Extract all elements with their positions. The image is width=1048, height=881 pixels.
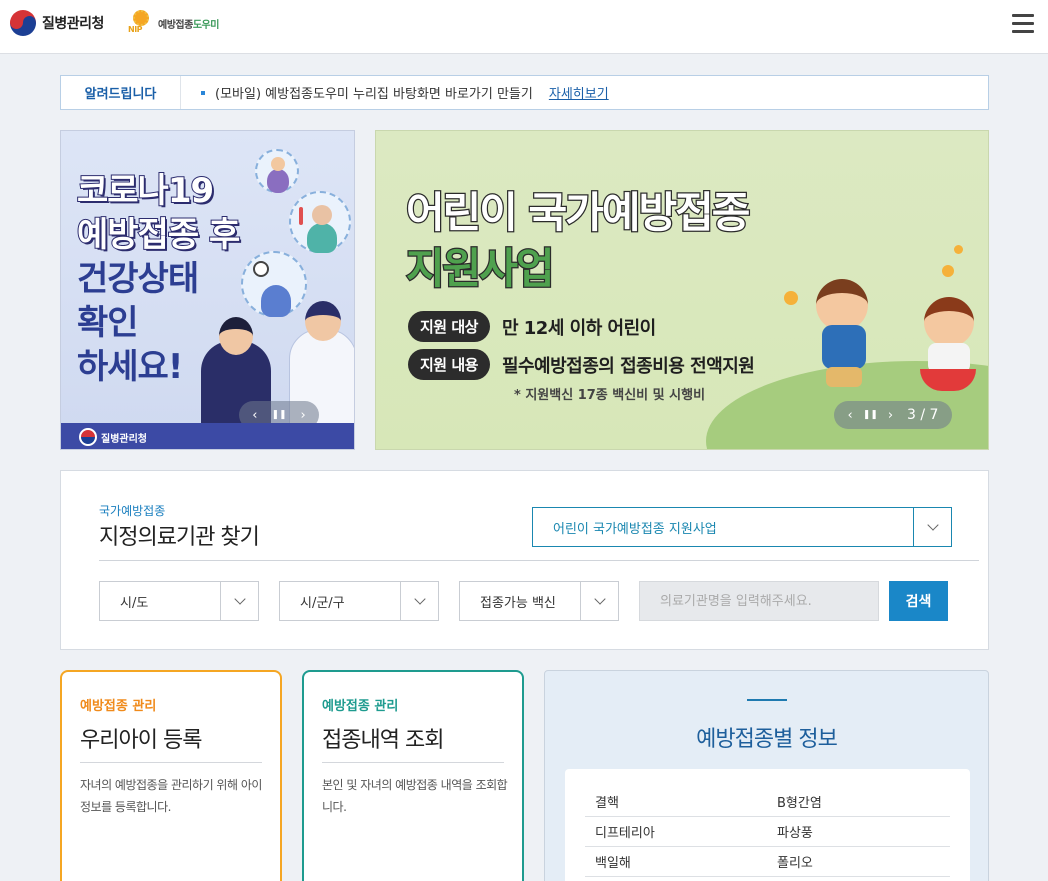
- support-target-row: 지원 대상 만 12세 이하 어린이: [408, 311, 656, 342]
- sido-select[interactable]: 시/도: [99, 581, 259, 621]
- clinic-search-panel: 국가예방접종 지정의료기관 찾기 어린이 국가예방접종 지원사업 시/도 시/군…: [60, 470, 989, 650]
- vaccine-select[interactable]: 접종가능 백신: [459, 581, 619, 621]
- bullet-icon: [201, 90, 205, 95]
- site-header: 질병관리청 NIP 예방접종도우미: [0, 0, 1048, 54]
- list-item: 결핵 B형간염: [585, 787, 950, 817]
- flower-icon: [942, 265, 954, 277]
- notice-bar: 알려드립니다 (모바일) 예방접종도우미 누리집 바탕화면 바로가기 만들기 자…: [60, 75, 989, 110]
- support-note: * 지원백신 17종 백신비 및 시행비: [514, 388, 706, 403]
- taegeuk-icon: [79, 428, 97, 446]
- vaccine-link[interactable]: 파상풍: [767, 822, 949, 841]
- flower-icon: [784, 291, 798, 305]
- slide-indicator: 3 / 7: [907, 407, 939, 423]
- hamburger-icon[interactable]: [1012, 14, 1034, 34]
- program-select-value: 어린이 국가예방접종 지원사업: [553, 521, 717, 537]
- vaccine-info-title: 예방접종별 정보: [696, 727, 838, 752]
- site-name: 예방접종도우미: [158, 19, 219, 31]
- chevron-down-icon: [580, 582, 618, 620]
- program-select[interactable]: 어린이 국가예방접종 지원사업: [532, 507, 952, 547]
- support-target-value: 만 12세 이하 어린이: [501, 317, 656, 339]
- avatar-icon: [255, 149, 299, 193]
- vaccine-list: 결핵 B형간염 디프테리아 파상풍 백일해 폴리오: [565, 769, 970, 881]
- org-name: 질병관리청: [42, 16, 104, 32]
- divider: [80, 762, 262, 763]
- kdca-logo[interactable]: 질병관리청: [10, 10, 104, 36]
- patient-head: [219, 317, 253, 355]
- sun-icon: NIP: [128, 10, 154, 36]
- child-vaccination-banner[interactable]: 어린이 국가예방접종 지원사업 지원 대상 만 12세 이하 어린이 지원 내용…: [375, 130, 989, 450]
- divider: [99, 560, 979, 561]
- banner-title-line2: 지원사업: [405, 243, 556, 295]
- chevron-down-icon: [220, 582, 258, 620]
- notice-text[interactable]: (모바일) 예방접종도우미 누리집 바탕화면 바로가기 만들기: [215, 83, 533, 102]
- nurse-head: [305, 301, 341, 341]
- support-content-value: 필수예방접종의 접종비용 전액지원: [501, 355, 755, 377]
- notice-label: 알려드립니다: [61, 76, 181, 109]
- vaccine-info-panel: 예방접종별 정보 결핵 B형간염 디프테리아 파상풍 백일해 폴리오: [544, 670, 989, 881]
- child-banner-controls: ‹ ❚❚ › 3 / 7: [834, 401, 952, 429]
- clinic-name-input[interactable]: [639, 581, 879, 621]
- card-title: 접종내역 조회: [322, 728, 444, 753]
- clock-icon: [241, 251, 307, 317]
- thermometer-icon: [289, 191, 351, 253]
- prev-icon[interactable]: ‹: [848, 408, 853, 423]
- vaccination-history-card[interactable]: 예방접종 관리 접종내역 조회 본인 및 자녀의 예방접종 내역을 조회합니다.: [302, 670, 524, 881]
- divider: [322, 762, 504, 763]
- vaccine-link[interactable]: 백일해: [585, 852, 767, 871]
- vaccine-link[interactable]: 결핵: [585, 792, 767, 811]
- card-desc: 본인 및 자녀의 예방접종 내역을 조회합니다.: [322, 778, 508, 814]
- list-item: 디프테리아 파상풍: [585, 817, 950, 847]
- vaccine-link[interactable]: 디프테리아: [585, 822, 767, 841]
- prev-icon[interactable]: ‹: [252, 408, 257, 423]
- pause-icon[interactable]: ❚❚: [863, 410, 878, 420]
- vaccine-link[interactable]: 폴리오: [767, 852, 949, 871]
- support-content-row: 지원 내용 필수예방접종의 접종비용 전액지원: [408, 349, 755, 380]
- taegeuk-icon: [10, 10, 36, 36]
- covid-banner-footer: 질병관리청: [61, 423, 354, 449]
- card-desc: 자녀의 예방접종을 관리하기 위해 아이 정보를 등록합니다.: [80, 778, 262, 814]
- flower-icon: [954, 245, 963, 254]
- register-child-card[interactable]: 예방접종 관리 우리아이 등록 자녀의 예방접종을 관리하기 위해 아이 정보를…: [60, 670, 282, 881]
- pause-icon[interactable]: ❚❚: [271, 410, 286, 420]
- nip-logo[interactable]: NIP 예방접종도우미: [128, 9, 219, 37]
- support-content-label: 지원 내용: [408, 349, 490, 380]
- search-title: 지정의료기관 찾기: [99, 525, 260, 550]
- vaccine-link[interactable]: B형간염: [767, 792, 949, 811]
- covid-banner[interactable]: 코로나19 예방접종 후 건강상태 확인 하세요! ‹ ❚❚ › 질병관리청: [60, 130, 355, 450]
- chevron-down-icon: [400, 582, 438, 620]
- search-button[interactable]: 검색: [889, 581, 948, 621]
- accent-bar: [747, 699, 787, 701]
- chevron-down-icon: [913, 508, 951, 546]
- notice-more-link[interactable]: 자세히보기: [549, 83, 609, 102]
- banner-title-line1: 어린이 국가예방접종: [405, 187, 752, 239]
- next-icon[interactable]: ›: [301, 408, 306, 423]
- support-target-label: 지원 대상: [408, 311, 490, 342]
- next-icon[interactable]: ›: [888, 408, 893, 423]
- card-title: 우리아이 등록: [80, 728, 202, 753]
- search-subtitle: 국가예방접종: [99, 504, 166, 518]
- list-item: 백일해 폴리오: [585, 847, 950, 877]
- sigungu-select[interactable]: 시/군/구: [279, 581, 439, 621]
